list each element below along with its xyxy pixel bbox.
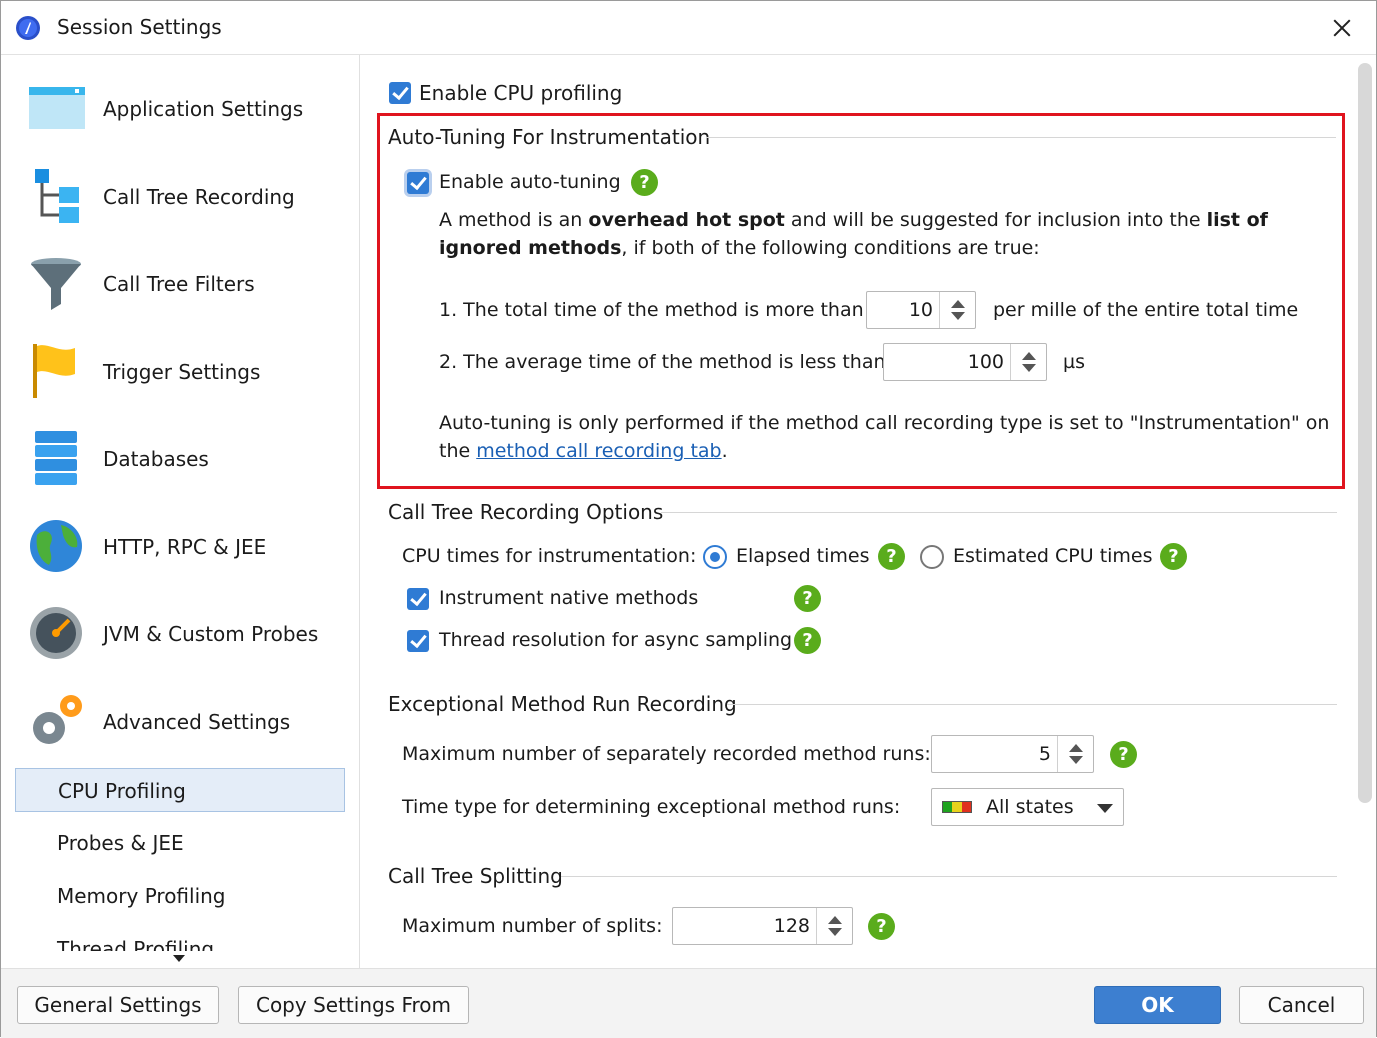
max-splits-spinner[interactable]: 128	[672, 907, 853, 945]
chevron-down-icon[interactable]	[1097, 804, 1113, 813]
database-icon	[35, 431, 77, 485]
sidebar-item-application-settings[interactable]: Application Settings	[3, 69, 359, 149]
dialog-footer: General Settings Copy Settings From OK C…	[1, 968, 1376, 1038]
enable-auto-tuning-checkbox[interactable]	[407, 172, 429, 194]
help-icon[interactable]: ?	[878, 543, 905, 570]
scroll-down-arrow-icon[interactable]	[173, 955, 185, 962]
condition-total-time-suffix: per mille of the entire total time	[993, 299, 1299, 321]
help-icon[interactable]: ?	[631, 169, 658, 196]
sidebar-item-call-tree-filters[interactable]: Call Tree Filters	[3, 244, 359, 324]
recording-options-section-title: Call Tree Recording Options	[388, 500, 664, 524]
enable-auto-tuning-label: Enable auto-tuning	[439, 171, 621, 193]
sidebar-subitem-thread-profiling[interactable]: Thread Profiling	[15, 927, 345, 951]
auto-tuning-description-line2: ignored methods, if both of the followin…	[439, 237, 1040, 259]
sidebar: Application Settings Call Tree Recording…	[3, 55, 360, 968]
max-splits-value: 128	[773, 915, 810, 937]
method-call-recording-tab-link[interactable]: method call recording tab	[476, 440, 721, 462]
auto-tuning-section-title: Auto-Tuning For Instrumentation	[388, 125, 711, 149]
condition-average-time-suffix: µs	[1063, 351, 1085, 373]
section-divider	[706, 137, 1336, 138]
time-type-value: All states	[986, 796, 1074, 818]
flag-icon	[33, 344, 75, 398]
section-divider	[727, 704, 1337, 705]
general-settings-button[interactable]: General Settings	[17, 986, 219, 1024]
estimated-cpu-times-label: Estimated CPU times	[953, 545, 1153, 567]
sidebar-subitem-memory-profiling[interactable]: Memory Profiling	[15, 874, 345, 918]
app-logo-icon	[16, 16, 40, 40]
instrument-native-methods-checkbox[interactable]	[407, 588, 429, 610]
cpu-times-label: CPU times for instrumentation:	[402, 545, 697, 567]
help-icon[interactable]: ?	[794, 627, 821, 654]
condition-total-time-label: 1. The total time of the method is more …	[439, 299, 864, 321]
cancel-button[interactable]: Cancel	[1239, 986, 1364, 1024]
help-icon[interactable]: ?	[868, 913, 895, 940]
sidebar-item-http-rpc-jee[interactable]: HTTP, RPC & JEE	[3, 507, 359, 587]
sidebar-subitem-cpu-profiling[interactable]: CPU Profiling	[15, 768, 345, 812]
auto-tuning-description-line1: A method is an overhead hot spot and wil…	[439, 209, 1268, 231]
time-type-label: Time type for determining exceptional me…	[402, 796, 901, 818]
auto-tuning-note-line2: the method call recording tab.	[439, 440, 728, 462]
max-method-runs-label: Maximum number of separately recorded me…	[402, 743, 931, 765]
gears-icon	[33, 695, 82, 744]
thread-state-swatch-icon	[942, 801, 972, 813]
gauge-icon	[30, 607, 82, 659]
section-divider	[561, 876, 1337, 877]
average-time-spinner[interactable]: 100	[883, 343, 1047, 381]
average-time-value: 100	[967, 351, 1004, 373]
thread-resolution-checkbox[interactable]	[407, 630, 429, 652]
call-tree-icon	[35, 169, 79, 223]
time-type-dropdown[interactable]: All states	[931, 788, 1124, 826]
section-divider	[661, 512, 1337, 513]
instrument-native-methods-label: Instrument native methods	[439, 587, 699, 609]
globe-icon	[30, 520, 82, 572]
cpu-profiling-panel: Enable CPU profiling Auto-Tuning For Ins…	[361, 55, 1376, 968]
vertical-scrollbar[interactable]	[1358, 63, 1372, 803]
total-time-value: 10	[908, 299, 933, 321]
sidebar-item-call-tree-recording[interactable]: Call Tree Recording	[3, 157, 359, 237]
elapsed-times-label: Elapsed times	[736, 545, 870, 567]
estimated-cpu-times-radio[interactable]	[920, 545, 944, 569]
sidebar-item-trigger-settings[interactable]: Trigger Settings	[3, 332, 359, 412]
session-settings-dialog: Session Settings Application Settings Ca…	[0, 0, 1377, 1038]
max-method-runs-value: 5	[1038, 743, 1051, 765]
thread-resolution-label: Thread resolution for async sampling	[439, 629, 793, 651]
ok-button[interactable]: OK	[1094, 986, 1221, 1024]
exceptional-runs-section-title: Exceptional Method Run Recording	[388, 692, 737, 716]
condition-average-time-label: 2. The average time of the method is les…	[439, 351, 886, 373]
max-splits-label: Maximum number of splits:	[402, 915, 663, 937]
window-title: Session Settings	[57, 15, 222, 39]
spinner-arrows-icon[interactable]	[1057, 736, 1093, 772]
enable-cpu-profiling-checkbox[interactable]	[389, 82, 411, 104]
help-icon[interactable]: ?	[1160, 543, 1187, 570]
copy-settings-from-button[interactable]: Copy Settings From	[238, 986, 469, 1024]
elapsed-times-radio[interactable]	[703, 545, 727, 569]
title-bar: Session Settings	[1, 1, 1376, 55]
spinner-arrows-icon[interactable]	[939, 292, 975, 328]
help-icon[interactable]: ?	[1110, 741, 1137, 768]
filter-funnel-icon	[31, 258, 81, 310]
auto-tuning-note-line1: Auto-tuning is only performed if the met…	[439, 412, 1330, 434]
call-tree-splitting-section-title: Call Tree Splitting	[388, 864, 563, 888]
application-window-icon	[29, 87, 85, 129]
sidebar-item-databases[interactable]: Databases	[3, 419, 359, 499]
close-icon[interactable]	[1322, 11, 1362, 45]
spinner-arrows-icon[interactable]	[816, 908, 852, 944]
help-icon[interactable]: ?	[794, 585, 821, 612]
total-time-spinner[interactable]: 10	[866, 291, 976, 329]
sidebar-item-jvm-custom-probes[interactable]: JVM & Custom Probes	[3, 594, 359, 674]
max-method-runs-spinner[interactable]: 5	[931, 735, 1094, 773]
sidebar-subitem-probes-jee[interactable]: Probes & JEE	[15, 821, 345, 865]
sidebar-item-advanced-settings[interactable]: Advanced Settings	[3, 682, 359, 762]
enable-cpu-profiling-label: Enable CPU profiling	[419, 81, 623, 105]
spinner-arrows-icon[interactable]	[1010, 344, 1046, 380]
